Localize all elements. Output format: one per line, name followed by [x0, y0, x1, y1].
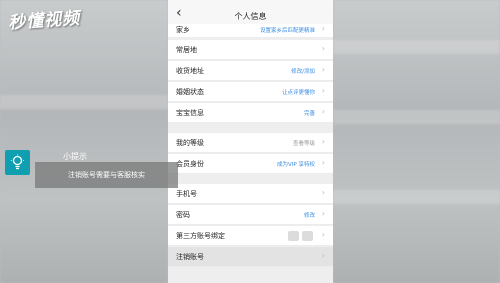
tip-text: 注销账号需要与客服核实: [68, 171, 145, 179]
blurred-background-right: [333, 0, 500, 283]
row-label: 我的等级: [176, 139, 204, 147]
row-value: 设置家乡后匹配更精准: [259, 28, 315, 34]
row-label: 第三方账号绑定: [176, 232, 225, 240]
video-watermark-logo: 秒懂视频: [7, 8, 81, 34]
chevron-right-icon: ›: [321, 107, 325, 116]
chevron-right-icon: ›: [321, 65, 325, 74]
chevron-right-icon: ›: [321, 86, 325, 95]
background-stripe: [333, 110, 500, 124]
settings-row-delete-account[interactable]: 注销账号 ›: [168, 247, 333, 267]
settings-row-membership[interactable]: 会员身份 成为VIP 享特权 ›: [168, 154, 333, 174]
chevron-right-icon: ›: [321, 137, 325, 146]
settings-row-residence[interactable]: 常居地 ›: [168, 40, 333, 60]
row-label: 会员身份: [176, 160, 204, 168]
tip-title: 小提示: [63, 152, 87, 161]
row-value: 修改/添加: [291, 69, 315, 75]
phone-screen: ‹ 个人信息 家乡 设置家乡后匹配更精准 › 常居地 › 收货地址 修改/添加 …: [168, 0, 333, 283]
row-label: 常居地: [176, 46, 197, 54]
settings-row-phone-number[interactable]: 手机号 ›: [168, 184, 333, 204]
row-label: 收货地址: [176, 67, 204, 75]
settings-row-third-party-binding[interactable]: 第三方账号绑定 ›: [168, 226, 333, 246]
background-stripe: [333, 190, 500, 204]
settings-row-shipping-address[interactable]: 收货地址 修改/添加 ›: [168, 61, 333, 81]
chevron-right-icon: ›: [321, 158, 325, 167]
settings-row-marital-status[interactable]: 婚姻状态 让点评更懂你 ›: [168, 82, 333, 102]
chevron-right-icon: ›: [321, 251, 325, 260]
qq-icon[interactable]: [302, 231, 313, 241]
row-value: 查看等级: [292, 141, 315, 147]
row-label: 宝宝信息: [176, 109, 204, 117]
row-label: 手机号: [176, 190, 197, 198]
row-label: 婚姻状态: [176, 88, 204, 96]
chevron-right-icon: ›: [321, 44, 325, 53]
wechat-icon[interactable]: [288, 231, 299, 241]
settings-row-baby-info[interactable]: 宝宝信息 完善 ›: [168, 103, 333, 123]
page-title: 个人信息: [234, 12, 267, 21]
chevron-right-icon: ›: [321, 24, 325, 33]
row-label: 密码: [176, 211, 190, 219]
lightbulb-icon: [5, 150, 30, 175]
row-value: 让点评更懂你: [281, 90, 315, 96]
settings-row-hometown[interactable]: 家乡 设置家乡后匹配更精准 ›: [168, 24, 333, 38]
chevron-right-icon: ›: [321, 209, 325, 218]
settings-row-password[interactable]: 密码 修改 ›: [168, 205, 333, 225]
blurred-background-left: [0, 0, 168, 283]
row-value: 完善: [303, 111, 315, 117]
chevron-right-icon: ›: [321, 230, 325, 239]
row-label: 注销账号: [176, 253, 204, 261]
settings-row-my-level[interactable]: 我的等级 查看等级 ›: [168, 133, 333, 153]
row-value: 成为VIP 享特权: [277, 162, 315, 168]
chevron-right-icon: ›: [321, 188, 325, 197]
tip-banner: 注销账号需要与客服核实: [35, 162, 178, 188]
background-stripe: [333, 40, 500, 54]
row-value: 修改: [303, 213, 315, 219]
row-label: 家乡: [176, 26, 190, 34]
background-stripe: [0, 95, 168, 109]
